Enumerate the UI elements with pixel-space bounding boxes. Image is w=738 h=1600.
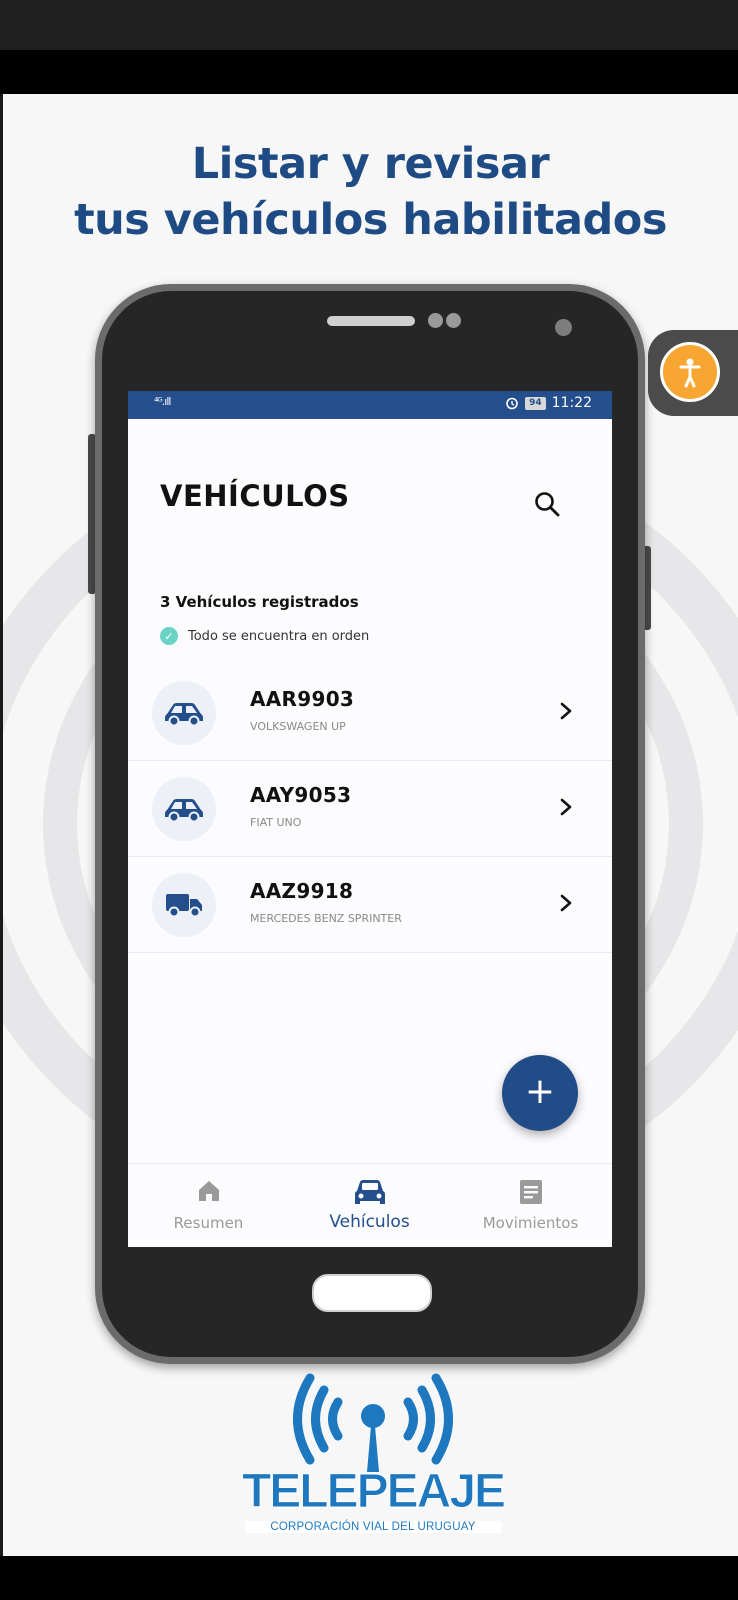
nav-item-vehiculos[interactable]: Vehículos	[289, 1164, 450, 1247]
headline-line-2: tus vehículos habilitados	[74, 195, 667, 245]
search-icon[interactable]	[532, 489, 562, 519]
vehicle-model: VOLKSWAGEN UP	[250, 720, 346, 733]
signal-waves-icon	[293, 1373, 453, 1472]
phone-home-button	[312, 1274, 432, 1312]
truck-icon	[152, 873, 216, 937]
add-vehicle-button[interactable]: +	[502, 1055, 578, 1131]
page-title: VEHÍCULOS	[160, 479, 350, 513]
accessibility-widget[interactable]	[648, 330, 738, 416]
alarm-icon	[506, 397, 518, 410]
car-icon	[152, 681, 216, 745]
check-icon: ✓	[160, 627, 178, 645]
vehicle-plate: AAY9053	[250, 783, 352, 807]
bottom-nav: Resumen Vehículos Movimientos	[128, 1163, 612, 1247]
logo-subtitle: CORPORACIÓN VIAL DEL URUGUAY	[245, 1521, 501, 1533]
car-icon	[152, 777, 216, 841]
vehicle-row[interactable]: AAZ9918 MERCEDES BENZ SPRINTER	[128, 857, 612, 953]
vehicle-row[interactable]: AAR9903 VOLKSWAGEN UP	[128, 665, 612, 761]
registered-count: 3 Vehículos registrados	[160, 593, 359, 611]
nav-item-resumen[interactable]: Resumen	[128, 1164, 289, 1247]
vehicle-plate: AAZ9918	[250, 879, 354, 903]
nav-label: Vehículos	[329, 1212, 410, 1232]
telepeaje-logo: TELEPEAJE CORPORACIÓN VIAL DEL URUGUAY	[235, 1364, 511, 1544]
status-bar: ⁴ᴳ.ıll 94 11:22	[128, 391, 612, 419]
vehicle-plate: AAR9903	[250, 687, 355, 711]
vehicle-row[interactable]: AAY9053 FIAT UNO	[128, 761, 612, 857]
chevron-right-icon	[560, 702, 572, 720]
signal-icon: ⁴ᴳ.ıll	[154, 395, 171, 408]
accessibility-icon	[660, 342, 720, 402]
vehicle-list: AAR9903 VOLKSWAGEN UP AAY9053 FIAT UNO A…	[128, 665, 612, 953]
system-bottom-bar	[0, 1556, 738, 1600]
logo-wordmark: TELEPEAJE	[241, 1465, 506, 1519]
system-top-bar	[0, 0, 738, 50]
chevron-right-icon	[560, 798, 572, 816]
phone-camera	[555, 319, 572, 336]
headline: Listar y revisar tus vehículos habilitad…	[3, 136, 738, 248]
nav-label: Movimientos	[482, 1214, 579, 1232]
status-row: ✓ Todo se encuentra en orden	[160, 627, 369, 645]
phone-sensor-1	[428, 313, 443, 328]
chevron-right-icon	[560, 894, 572, 912]
app-screen: ⁴ᴳ.ıll 94 11:22 VEHÍCULOS 3 Vehículos re…	[128, 391, 612, 1247]
document-icon	[519, 1180, 542, 1204]
home-icon	[198, 1181, 219, 1201]
promo-slide: Listar y revisar tus vehículos habilitad…	[3, 94, 738, 1556]
system-black-bar	[0, 50, 738, 94]
vehicle-model: FIAT UNO	[250, 816, 302, 829]
headline-line-1: Listar y revisar	[191, 139, 550, 189]
status-message: Todo se encuentra en orden	[188, 628, 370, 644]
nav-item-movimientos[interactable]: Movimientos	[450, 1164, 611, 1247]
clock: 11:22	[551, 395, 592, 411]
vehicle-model: MERCEDES BENZ SPRINTER	[250, 912, 402, 925]
phone-speaker	[327, 316, 415, 326]
battery-indicator: 94	[525, 396, 546, 410]
phone-sensor-2	[446, 313, 461, 328]
car-icon	[354, 1180, 385, 1204]
phone-frame: ⁴ᴳ.ıll 94 11:22 VEHÍCULOS 3 Vehículos re…	[95, 284, 645, 1364]
nav-label: Resumen	[173, 1214, 244, 1232]
